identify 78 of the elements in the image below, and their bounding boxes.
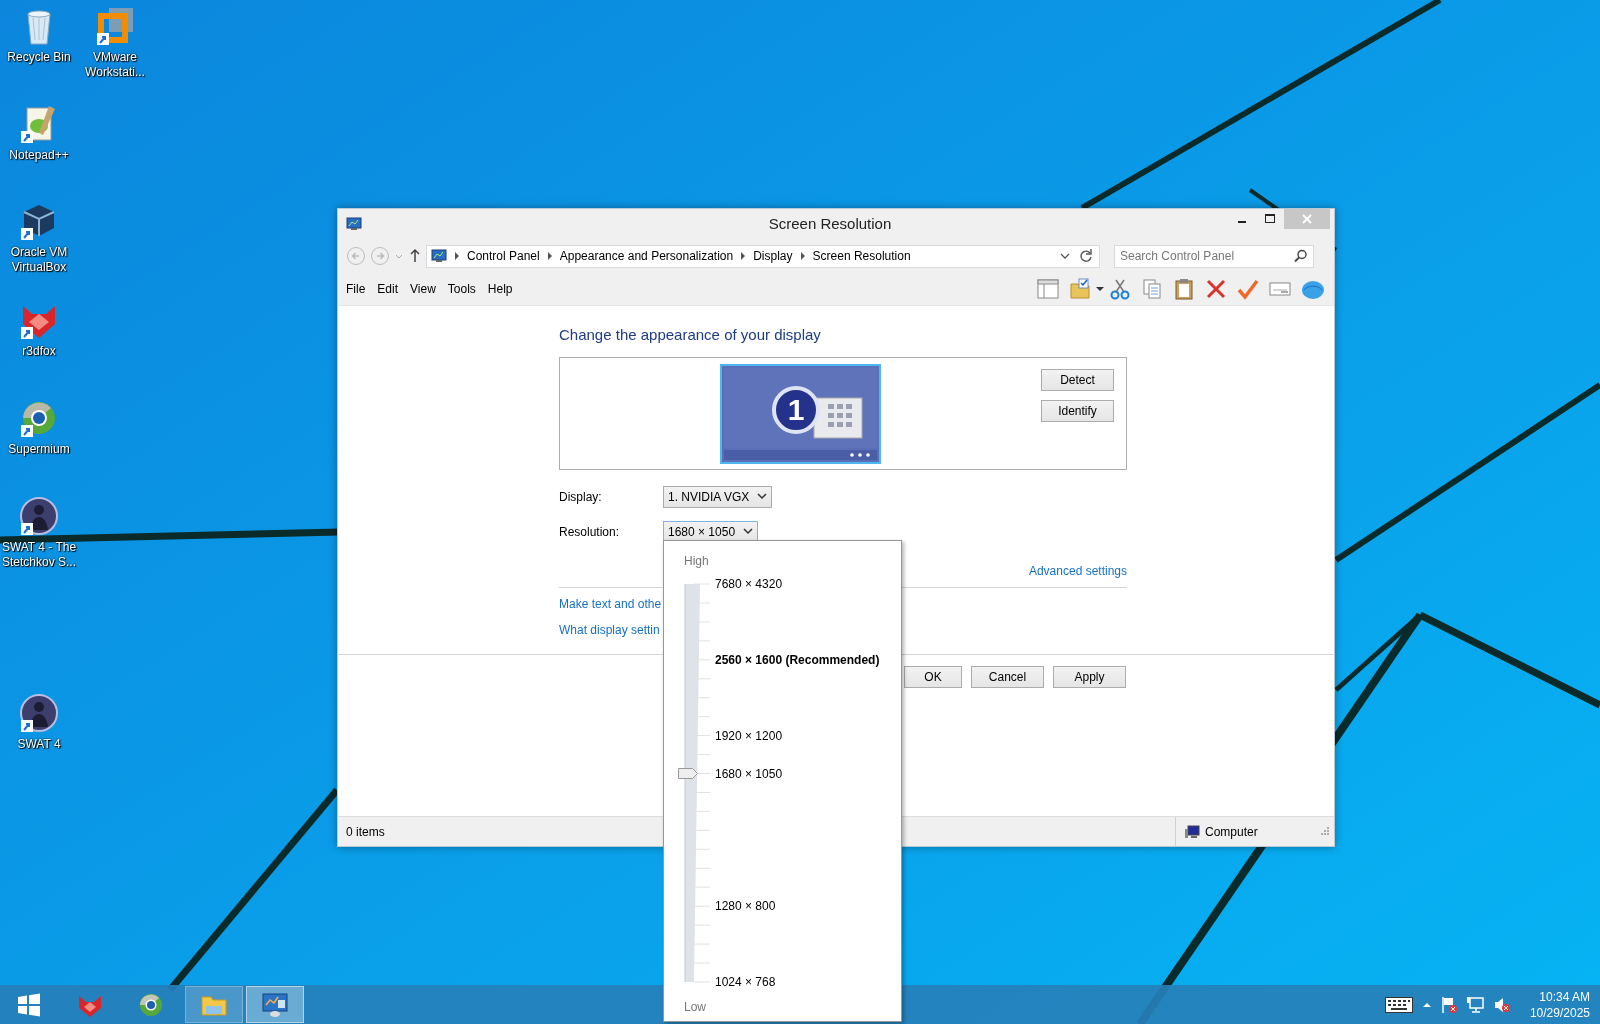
icon-label: Recycle Bin xyxy=(6,50,72,65)
icon-label: VMware Workstati... xyxy=(84,50,146,80)
detect-button[interactable]: Detect xyxy=(1041,369,1114,391)
control-panel-icon[interactable] xyxy=(262,991,288,1018)
status-text: 0 items xyxy=(345,823,386,841)
page-heading: Change the appearance of your display xyxy=(559,325,822,345)
chevron-right-icon[interactable] xyxy=(799,252,806,260)
scissors-icon[interactable] xyxy=(1109,278,1131,300)
menu-item[interactable]: Tools xyxy=(441,280,482,298)
dropdown-select[interactable]: 1. NVIDIA VGX xyxy=(663,486,773,508)
network-icon[interactable] xyxy=(1465,995,1484,1014)
refresh-icon[interactable] xyxy=(1077,247,1095,265)
computer-icon xyxy=(1184,824,1200,839)
chevron-down-icon[interactable] xyxy=(757,493,768,501)
checkmark-icon[interactable] xyxy=(1237,278,1259,300)
flag-icon[interactable] xyxy=(1440,995,1457,1014)
apply-button[interactable]: Apply xyxy=(1053,666,1126,688)
breadcrumb-link[interactable]: Display xyxy=(753,247,793,265)
resize-grip-icon[interactable] xyxy=(1318,825,1330,838)
taskbar-button[interactable] xyxy=(246,986,304,1023)
app-icon[interactable] xyxy=(19,496,59,536)
menu-item[interactable]: View xyxy=(404,280,442,298)
field-label: Display: xyxy=(559,489,603,506)
help-link[interactable]: What display settin xyxy=(559,622,660,638)
breadcrumb-link[interactable]: Screen Resolution xyxy=(812,247,911,265)
resolution-option[interactable]: 7680 × 4320 xyxy=(715,576,783,592)
slider-label: High xyxy=(684,553,709,570)
advanced-settings-link[interactable]: Advanced settings xyxy=(1028,562,1127,580)
globe-icon[interactable] xyxy=(1301,278,1325,300)
window-title: Screen Resolution xyxy=(767,213,893,234)
control-panel-icon xyxy=(431,249,447,263)
identify-button[interactable]: Identify xyxy=(1041,400,1114,422)
monitor-drawing[interactable] xyxy=(720,363,881,464)
resolution-option[interactable]: 1280 × 800 xyxy=(715,898,776,915)
chevron-down-icon[interactable] xyxy=(743,528,754,536)
folder-icon[interactable] xyxy=(1069,278,1091,300)
pane-layout-icon[interactable] xyxy=(1037,278,1059,300)
copy-icon[interactable] xyxy=(1141,278,1163,300)
app-icon[interactable] xyxy=(138,991,164,1018)
keyboard-icon[interactable] xyxy=(1384,996,1413,1013)
resolution-option[interactable]: 2560 × 1600 (Recommended) xyxy=(715,651,880,668)
chevron-right-icon[interactable] xyxy=(546,252,553,260)
menu-item[interactable]: Edit xyxy=(371,280,405,298)
dropdown-select[interactable]: 1680 × 1050 xyxy=(663,521,759,543)
chevron-down-icon[interactable] xyxy=(1060,251,1070,261)
help-link[interactable]: Make text and othe xyxy=(559,596,662,612)
clipboard-icon[interactable] xyxy=(1173,278,1195,300)
slider-thumb[interactable] xyxy=(678,767,698,779)
icon-label: Supermium xyxy=(7,442,71,457)
resolution-option[interactable]: 1680 × 1050 xyxy=(715,765,783,782)
breadcrumb-link[interactable]: Control Panel xyxy=(467,247,540,265)
menu-item[interactable]: Help xyxy=(481,280,519,298)
icon-label: SWAT 4 - The Stetchkov S... xyxy=(0,540,78,570)
ok-button[interactable]: OK xyxy=(904,666,962,688)
delete-icon[interactable] xyxy=(1205,278,1227,300)
breadcrumb-link[interactable]: Appearance and Personalization xyxy=(559,247,734,265)
maximize-icon[interactable] xyxy=(1265,214,1275,224)
start-icon[interactable] xyxy=(16,991,42,1018)
cancel-button[interactable]: Cancel xyxy=(971,666,1044,688)
search-input[interactable]: Search Control Panel xyxy=(1120,247,1294,265)
field-label: Resolution: xyxy=(559,524,621,541)
control-panel-icon xyxy=(346,217,362,231)
status-location: Computer xyxy=(1205,823,1258,841)
search-field[interactable]: Search Control Panel xyxy=(1114,244,1314,268)
clock[interactable]: 10:34 AM 10/29/2025 xyxy=(1529,988,1590,1021)
menu-item[interactable]: File xyxy=(340,280,372,298)
search-icon[interactable] xyxy=(1294,249,1308,263)
speaker-icon[interactable] xyxy=(1492,995,1511,1014)
chevron-right-icon[interactable] xyxy=(740,252,747,260)
icon-label: r3dfox xyxy=(21,344,57,359)
icon-label: Notepad++ xyxy=(8,148,70,163)
app-icon[interactable] xyxy=(19,693,59,733)
resolution-option[interactable]: 1024 × 768 xyxy=(715,974,776,990)
slider-label: Low xyxy=(684,999,706,1016)
icon-label: Oracle VM VirtualBox xyxy=(9,245,69,275)
icon-label: SWAT 4 xyxy=(16,737,62,752)
resolution-option[interactable]: 1920 × 1200 xyxy=(715,727,783,744)
chevron-right-icon[interactable] xyxy=(454,252,460,260)
